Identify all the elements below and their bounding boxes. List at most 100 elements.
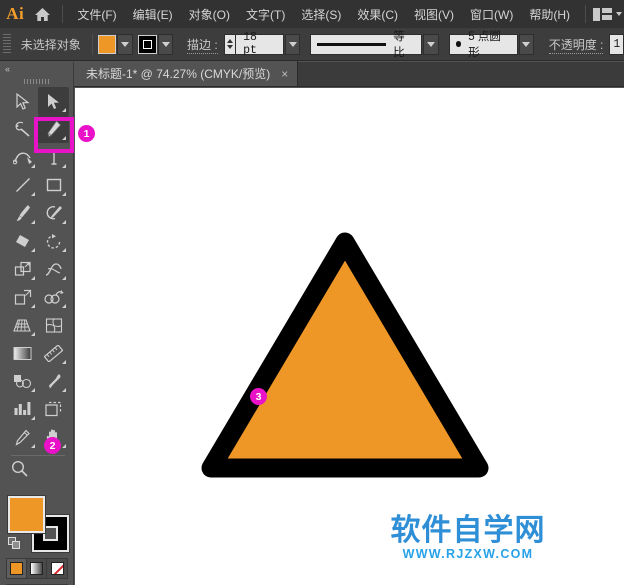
selection-status-label: 未选择对象: [20, 37, 81, 52]
tool-flyout-indicator-icon: [62, 444, 66, 448]
menu-bar-right: [578, 5, 624, 23]
color-controls: [0, 494, 74, 585]
menu-divider: [61, 5, 63, 23]
blend-tool[interactable]: [7, 367, 38, 395]
fill-color-dropdown[interactable]: [117, 33, 133, 55]
color-mode-gradient[interactable]: [27, 559, 47, 578]
scale-tool[interactable]: [7, 255, 38, 283]
direct-selection-tool[interactable]: [38, 87, 69, 115]
stroke-color-dropdown[interactable]: [157, 33, 174, 55]
brush-definition-dropdown[interactable]: [518, 33, 535, 55]
tool-flyout-indicator-icon: [62, 192, 66, 196]
brush-definition-combo[interactable]: 5 点圆形: [448, 31, 518, 59]
shape-builder-tool[interactable]: [38, 283, 69, 311]
menu-item-help[interactable]: 帮助(H): [521, 2, 578, 27]
free-transform-tool[interactable]: [7, 283, 38, 311]
slice-tool[interactable]: [7, 423, 38, 451]
menu-item-file[interactable]: 文件(F): [69, 2, 124, 27]
mesh-tool[interactable]: [38, 311, 69, 339]
opacity-input[interactable]: 1: [609, 33, 624, 55]
menu-item-effect[interactable]: 效果(C): [349, 2, 406, 27]
stroke-weight-label: 描边 :: [181, 36, 224, 54]
tool-flyout-indicator-icon: [31, 304, 35, 308]
menu-item-select[interactable]: 选择(S): [293, 2, 349, 27]
stroke-profile-combo[interactable]: 等比: [310, 31, 423, 59]
chevron-down-icon: [288, 41, 297, 47]
tools-panel-collapse-icon[interactable]: «: [0, 62, 73, 75]
menu-bar: Ai 文件(F) 编辑(E) 对象(O) 文字(T) 选择(S) 效果(C) 视…: [0, 0, 624, 28]
home-icon[interactable]: [30, 0, 54, 28]
document-tab[interactable]: 未标题-1* @ 74.27% (CMYK/预览) ×: [74, 61, 299, 86]
color-mode-solid[interactable]: [7, 559, 27, 578]
canvas-area[interactable]: 软件自学网 WWW.RJZXW.COM: [75, 88, 624, 585]
stroke-profile-dropdown[interactable]: [423, 33, 439, 55]
tool-flyout-indicator-icon: [62, 108, 66, 112]
menu-item-type[interactable]: 文字(T): [238, 2, 293, 27]
color-mode-bar: [6, 558, 68, 579]
document-tab-title: 未标题-1* @ 74.27% (CMYK/预览): [86, 67, 271, 81]
perspective-grid-tool[interactable]: [7, 311, 38, 339]
gradient-tool[interactable]: [7, 339, 38, 367]
paintbrush-tool[interactable]: [7, 199, 38, 227]
zoom-tool[interactable]: [0, 454, 31, 482]
control-divider-1: [91, 33, 93, 55]
opacity-label-text: 不透明度 :: [548, 37, 604, 54]
triangle-path: [201, 232, 489, 478]
stroke-weight-control[interactable]: 18 pt: [223, 31, 284, 57]
artwork-rounded-triangle[interactable]: [75, 88, 624, 585]
tool-flyout-indicator-icon: [62, 164, 66, 168]
stroke-weight-dropdown[interactable]: [284, 33, 301, 55]
line-segment-tool[interactable]: [7, 171, 38, 199]
brush-definition-label: 5 点圆形: [468, 31, 501, 59]
chevron-down-icon: [522, 41, 531, 47]
tools-panel-grip[interactable]: [0, 75, 73, 87]
tool-flyout-indicator-icon: [31, 276, 35, 280]
menu-item-edit[interactable]: 编辑(E): [125, 2, 181, 27]
control-bar: 未选择对象 描边 : 18 pt 等比 5 点圆形 不透明度: 1: [0, 28, 624, 61]
stroke-weight-input[interactable]: 18 pt: [235, 31, 284, 57]
column-graph-tool[interactable]: [7, 395, 38, 423]
eraser-tool[interactable]: [7, 227, 38, 255]
artboard-tool[interactable]: [38, 395, 69, 423]
tool-flyout-indicator-icon: [31, 416, 35, 420]
fill-color-swatch[interactable]: [97, 34, 117, 54]
menu-item-window[interactable]: 窗口(W): [462, 2, 521, 27]
tool-flyout-indicator-icon: [62, 220, 66, 224]
chevron-down-icon: [120, 41, 129, 47]
shaper-tool[interactable]: [38, 199, 69, 227]
tool-flyout-indicator-icon: [62, 388, 66, 392]
stroke-profile-label: 等比: [393, 31, 405, 59]
stroke-weight-stepper[interactable]: [223, 33, 236, 55]
tool-flyout-indicator-icon: [31, 220, 35, 224]
stepper-down-icon[interactable]: [226, 45, 233, 49]
tool-flyout-indicator-icon: [31, 164, 35, 168]
workspace-chevron-down-icon[interactable]: [616, 12, 622, 16]
selection-tool[interactable]: [7, 87, 38, 115]
swap-fill-stroke-icon[interactable]: [8, 537, 21, 550]
curvature-tool[interactable]: [7, 143, 38, 171]
stepper-up-icon[interactable]: [226, 39, 233, 43]
menu-item-view[interactable]: 视图(V): [406, 2, 462, 27]
stroke-color-swatch[interactable]: [138, 34, 157, 54]
eyedropper-tool[interactable]: [38, 367, 69, 395]
annotation-badge-3: 3: [250, 388, 267, 405]
workspace-layout-icon[interactable]: [593, 7, 612, 21]
magic-wand-tool[interactable]: [7, 115, 38, 143]
type-tool[interactable]: [38, 143, 69, 171]
control-bar-grip[interactable]: [3, 34, 11, 54]
stroke-profile-preview-icon: [317, 42, 387, 46]
menu-item-object[interactable]: 对象(O): [181, 2, 238, 27]
width-tool[interactable]: [38, 255, 69, 283]
color-mode-none[interactable]: [47, 559, 67, 578]
pen-tool[interactable]: [38, 115, 69, 143]
tool-flyout-indicator-icon: [62, 360, 66, 364]
rotate-tool[interactable]: [38, 227, 69, 255]
annotation-badge-1: 1: [78, 125, 95, 142]
tool-flyout-indicator-icon: [62, 304, 66, 308]
fill-stroke-swatch[interactable]: [6, 494, 72, 552]
measure-tool[interactable]: [38, 339, 69, 367]
close-icon[interactable]: ×: [281, 68, 288, 80]
rectangle-tool[interactable]: [38, 171, 69, 199]
fill-swatch-large[interactable]: [8, 496, 45, 533]
annotation-badge-2: 2: [44, 437, 61, 454]
